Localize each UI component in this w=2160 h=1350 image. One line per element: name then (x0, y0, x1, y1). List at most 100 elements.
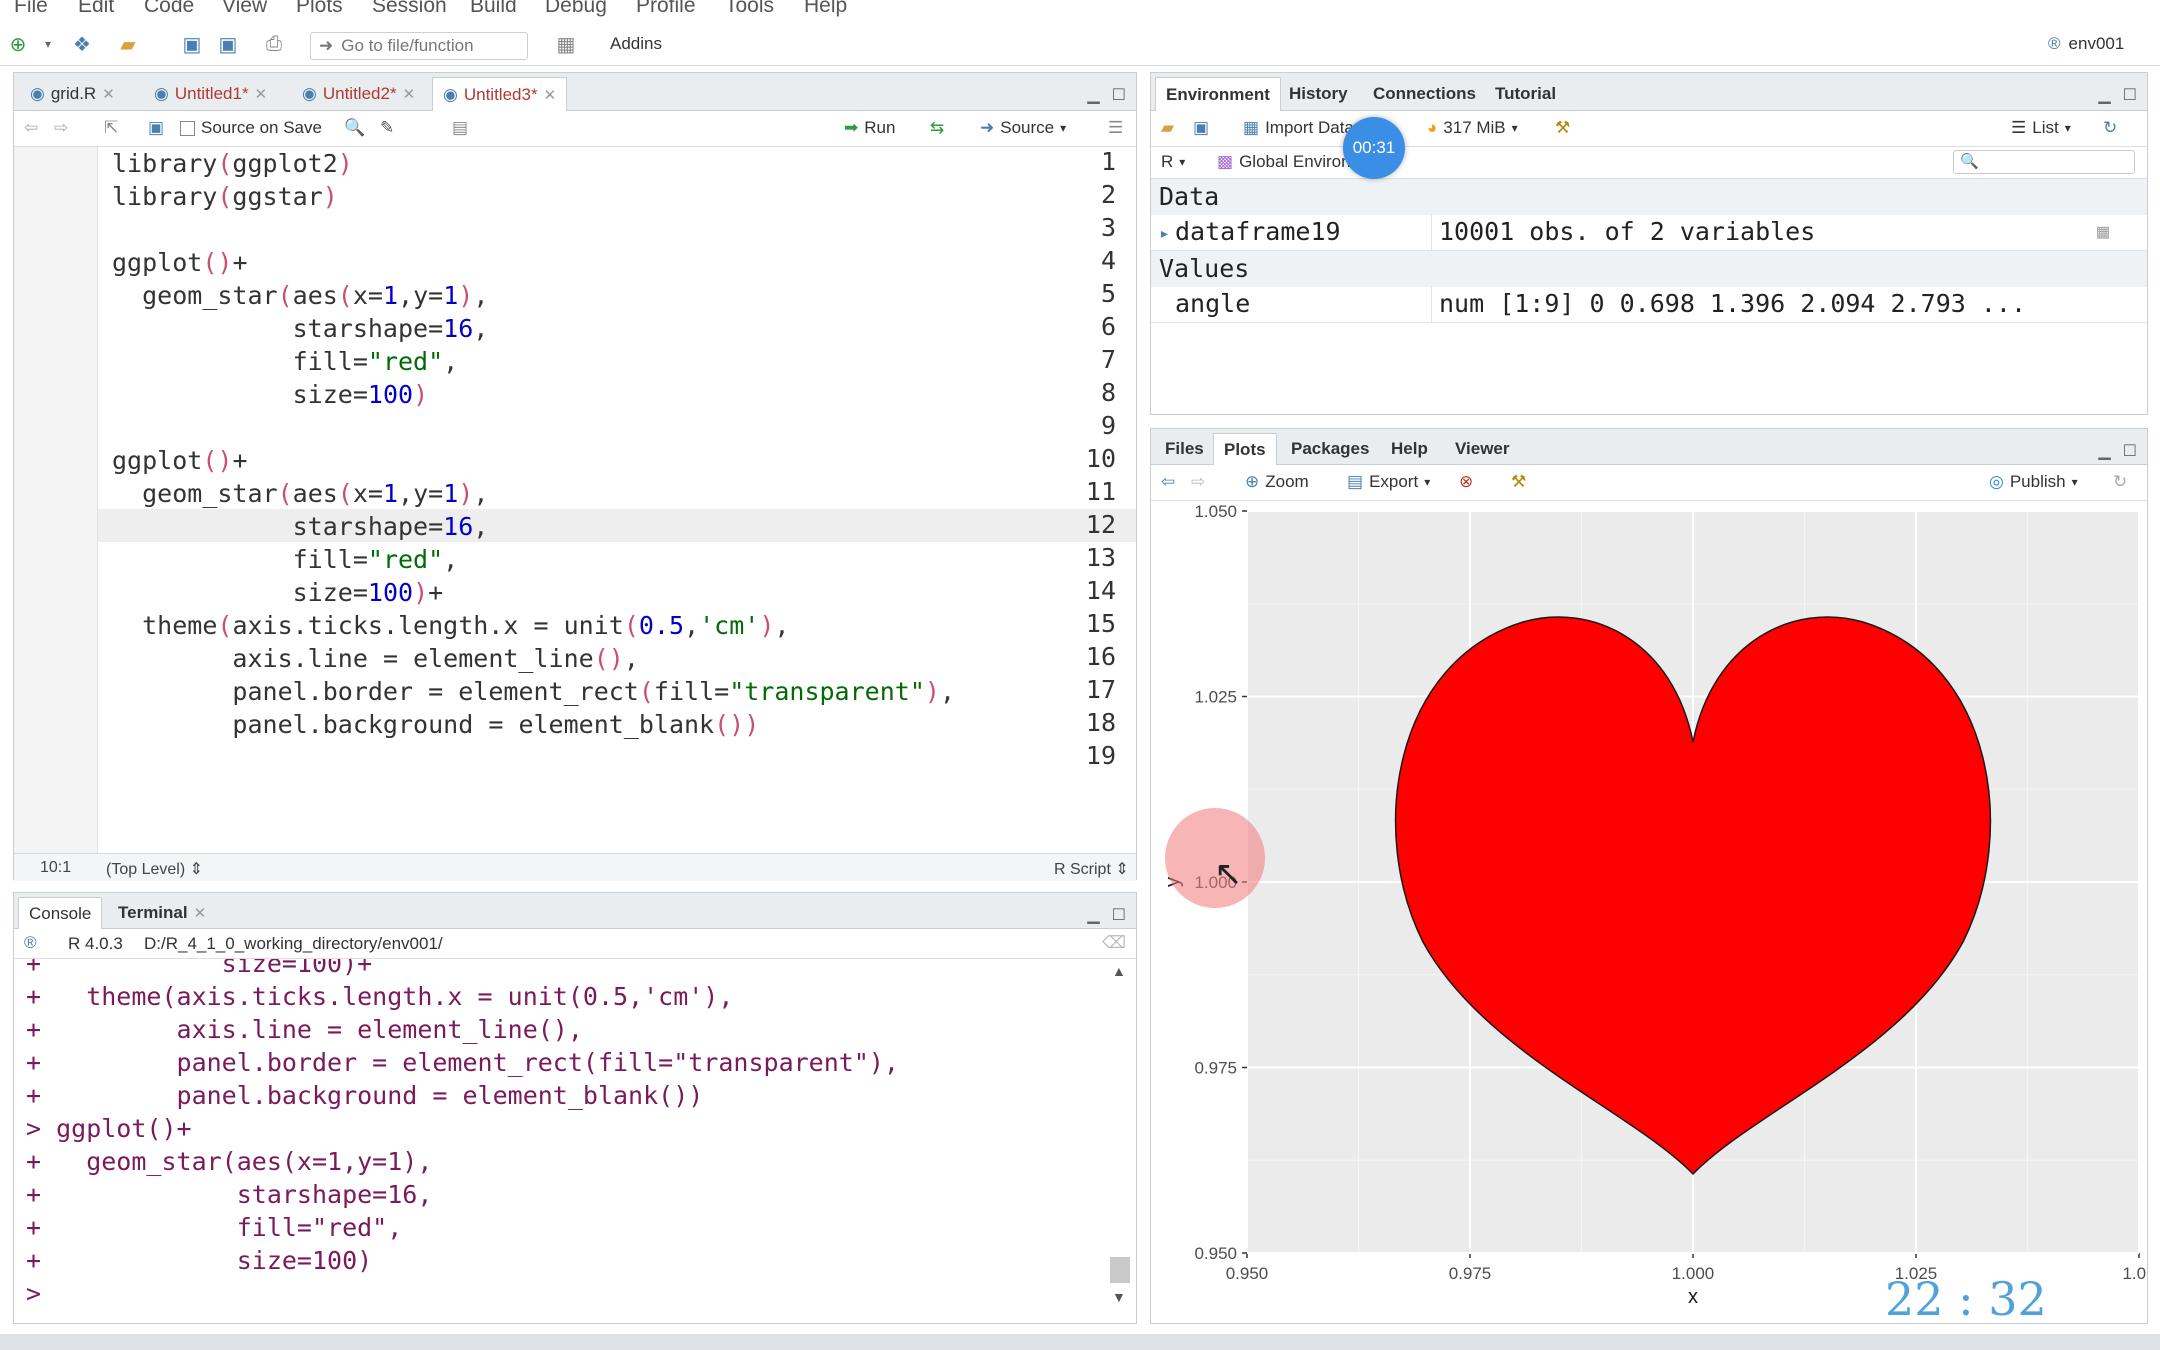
export-button[interactable]: ▤ Export ▾ (1347, 472, 1430, 492)
tab-console[interactable]: Console (18, 897, 103, 929)
memory-usage-button[interactable]: ◕ 317 MiB ▾ (1427, 118, 1518, 138)
tab-help[interactable]: Help (1381, 433, 1438, 465)
env-row-angle[interactable]: angle num [1:9] 0 0.698 1.396 2.094 2.79… (1151, 287, 2147, 323)
minimize-icon[interactable]: ▁ (2098, 85, 2110, 105)
close-icon[interactable]: ✕ (102, 85, 115, 103)
save-icon[interactable]: ▣ (148, 118, 164, 138)
show-in-window-icon[interactable]: ⇱ (104, 118, 118, 138)
code-area[interactable]: 1 2 3 4 5 6 7 8 9 10 11 12 13 14 15 16 17 18 19 library(gg… (14, 147, 1136, 853)
tab-packages[interactable]: Packages (1281, 433, 1379, 465)
close-icon[interactable]: ✕ (544, 86, 557, 104)
language-select[interactable]: R ▾ (1161, 152, 1185, 172)
menu-file[interactable]: File (14, 0, 48, 18)
tab-connections[interactable]: Connections (1363, 77, 1486, 111)
working-directory[interactable]: D:/R_4_1_0_working_directory/env001/ (144, 934, 443, 954)
tab-untitled1[interactable]: ◉ Untitled1* ✕ (144, 77, 277, 111)
save-icon[interactable]: ▣ (180, 32, 204, 56)
view-table-icon[interactable]: ▦ (2097, 219, 2109, 243)
magic-wand-icon[interactable]: ✎ (380, 118, 394, 138)
checkbox-box[interactable] (180, 120, 195, 136)
maximize-icon[interactable]: ☐ (1112, 85, 1126, 105)
save-all-icon[interactable]: ▣ (216, 32, 240, 56)
goto-file-input[interactable]: ➜ Go to file/function (310, 32, 528, 60)
addins-menu[interactable]: Addins (610, 34, 662, 54)
plot-canvas: 0.9500.9751.0001.0251.050.9500.9751.0001… (1162, 502, 2147, 1308)
env-row-dataframe19[interactable]: ▸ dataframe19 10001 obs. of 2 variables … (1151, 215, 2147, 251)
clear-console-icon[interactable]: ⌫ (1102, 933, 1126, 953)
menu-view[interactable]: View (222, 0, 267, 18)
menu-debug[interactable]: Debug (545, 0, 607, 18)
minimize-icon[interactable]: ▁ (2098, 441, 2110, 461)
remove-plot-icon[interactable]: ⊗ (1459, 472, 1473, 492)
minimize-icon[interactable]: ▁ (1087, 905, 1099, 925)
refresh-icon[interactable]: ↻ (2113, 472, 2127, 492)
tab-plots[interactable]: Plots (1213, 433, 1277, 465)
menu-build[interactable]: Build (470, 0, 517, 18)
tab-terminal[interactable]: Terminal ✕ (108, 897, 216, 929)
list-icon: ☰ (2011, 118, 2027, 137)
broom-icon[interactable]: ⚒ (1511, 472, 1526, 492)
editor-window-controls: ▁ ☐ (1087, 85, 1126, 105)
zoom-button[interactable]: ⊕ Zoom (1245, 472, 1309, 492)
new-project-icon[interactable]: ❖ (70, 32, 94, 56)
close-icon[interactable]: ✕ (255, 85, 268, 103)
menu-session[interactable]: Session (372, 0, 447, 18)
publish-button[interactable]: ◎ Publish ▾ (1989, 472, 2078, 492)
tab-grid-r[interactable]: ◉ grid.R ✕ (20, 77, 125, 111)
tab-viewer[interactable]: Viewer (1445, 433, 1520, 465)
maximize-icon[interactable]: ☐ (2123, 441, 2137, 461)
source-on-save-checkbox[interactable]: Source on Save (180, 118, 322, 138)
menu-plots[interactable]: Plots (296, 0, 343, 18)
zoom-icon: ⊕ (1245, 472, 1260, 491)
expand-icon[interactable]: ▸ (1159, 223, 1170, 244)
menu-code[interactable]: Code (144, 0, 194, 18)
rerun-icon[interactable]: ⇆ (930, 118, 944, 138)
maximize-icon[interactable]: ☐ (2123, 85, 2137, 105)
outline-icon[interactable]: ☰ (1108, 118, 1123, 138)
menu-help[interactable]: Help (804, 0, 847, 18)
menu-profile[interactable]: Profile (636, 0, 696, 18)
load-workspace-icon[interactable]: ▰ (1161, 118, 1174, 138)
y-tick-label: 0.950 (1194, 1244, 1237, 1263)
chevron-down-icon[interactable]: ▾ (36, 32, 60, 56)
scroll-up-icon[interactable]: ▲ (1112, 963, 1126, 979)
new-file-icon[interactable]: ⊕ (6, 32, 30, 56)
refresh-icon[interactable]: ↻ (2103, 118, 2117, 138)
forward-arrow-icon[interactable]: ⇨ (54, 118, 68, 138)
tab-files[interactable]: Files (1155, 433, 1214, 465)
tab-tutorial[interactable]: Tutorial (1485, 77, 1566, 111)
next-plot-icon[interactable]: ⇨ (1191, 472, 1205, 492)
close-icon[interactable]: ✕ (403, 85, 416, 103)
menu-edit[interactable]: Edit (78, 0, 114, 18)
view-mode-select[interactable]: ☰ List ▾ (2011, 118, 2071, 138)
close-icon[interactable]: ✕ (194, 904, 207, 922)
back-arrow-icon[interactable]: ⇦ (24, 118, 38, 138)
source-button[interactable]: ➜ Source ▾ (980, 118, 1066, 138)
scroll-thumb[interactable] (1110, 1257, 1130, 1283)
scope-selector[interactable]: (Top Level) ⇕ (106, 859, 203, 879)
tab-history[interactable]: History (1279, 77, 1358, 111)
project-menu[interactable]: ® env001 (2048, 34, 2124, 54)
console-scrollbar[interactable]: ▲ ▼ (1108, 963, 1132, 1313)
tab-untitled2[interactable]: ◉ Untitled2* ✕ (292, 77, 425, 111)
open-folder-icon[interactable]: ▰ (116, 32, 140, 56)
chevron-down-icon[interactable]: ▾ (1060, 121, 1066, 135)
maximize-icon[interactable]: ☐ (1112, 905, 1126, 925)
environment-search-input[interactable]: 🔍 (1953, 150, 2135, 174)
compile-report-icon[interactable]: ▤ (452, 118, 468, 138)
broom-icon[interactable]: ⚒ (1555, 118, 1570, 138)
search-icon[interactable]: 🔍 (344, 118, 365, 138)
previous-plot-icon[interactable]: ⇦ (1161, 472, 1175, 492)
tab-untitled3[interactable]: ◉ Untitled3* ✕ (432, 77, 568, 111)
console-output[interactable]: + size=100)+ + theme(axis.ticks.length.x … (14, 959, 1100, 1323)
tab-environment[interactable]: Environment (1155, 77, 1281, 111)
scroll-down-icon[interactable]: ▼ (1112, 1289, 1126, 1305)
minimize-icon[interactable]: ▁ (1087, 85, 1099, 105)
r-file-icon: ◉ (30, 84, 45, 103)
grid-layout-icon[interactable]: ▦ (554, 32, 578, 56)
save-workspace-icon[interactable]: ▣ (1193, 118, 1209, 138)
menu-tools[interactable]: Tools (725, 0, 774, 18)
file-type-selector[interactable]: R Script ⇕ (1054, 859, 1129, 879)
run-button[interactable]: ➡ Run (844, 118, 895, 138)
print-icon[interactable]: ⎙ (262, 32, 286, 56)
